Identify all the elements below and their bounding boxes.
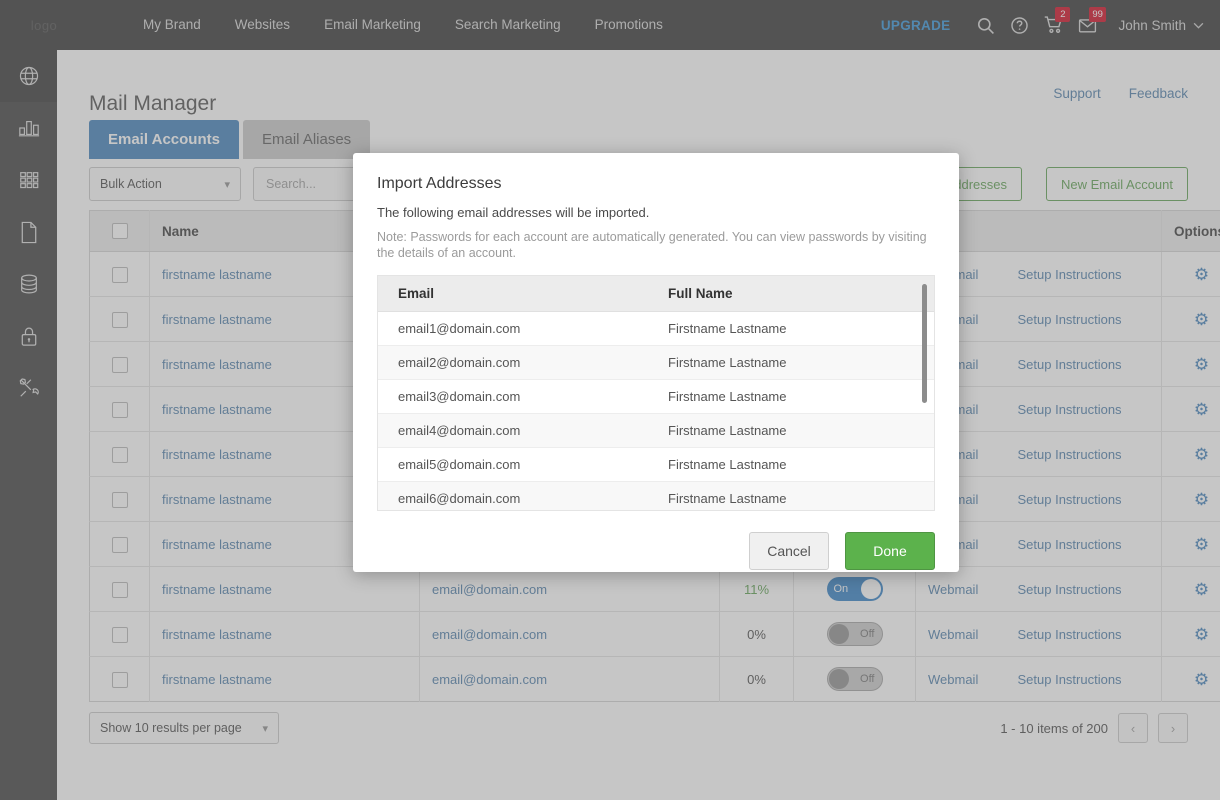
import-table-scrollbar[interactable]	[922, 284, 927, 403]
import-row: email5@domain.comFirstname Lastname	[378, 448, 934, 482]
import-column-email: Email	[378, 286, 668, 301]
import-email: email4@domain.com	[378, 423, 668, 438]
done-button[interactable]: Done	[845, 532, 935, 570]
dialog-actions: Cancel Done	[377, 532, 935, 570]
dialog-note: Note: Passwords for each account are aut…	[377, 229, 935, 261]
import-email: email2@domain.com	[378, 355, 668, 370]
import-fullname: Firstname Lastname	[668, 423, 787, 438]
import-table-header: Email Full Name	[378, 276, 934, 312]
import-email: email3@domain.com	[378, 389, 668, 404]
import-fullname: Firstname Lastname	[668, 457, 787, 472]
import-email: email6@domain.com	[378, 491, 668, 506]
import-row: email3@domain.comFirstname Lastname	[378, 380, 934, 414]
import-fullname: Firstname Lastname	[668, 491, 787, 506]
import-row: email6@domain.comFirstname Lastname	[378, 482, 934, 511]
import-row: email1@domain.comFirstname Lastname	[378, 312, 934, 346]
cancel-button[interactable]: Cancel	[749, 532, 829, 570]
import-table-body: email1@domain.comFirstname Lastnameemail…	[378, 312, 934, 511]
import-email: email5@domain.com	[378, 457, 668, 472]
dialog-subtitle: The following email addresses will be im…	[377, 205, 935, 220]
import-fullname: Firstname Lastname	[668, 321, 787, 336]
import-fullname: Firstname Lastname	[668, 389, 787, 404]
dialog-title: Import Addresses	[377, 175, 935, 193]
import-fullname: Firstname Lastname	[668, 355, 787, 370]
import-addresses-dialog: Import Addresses The following email add…	[353, 153, 959, 572]
import-column-fullname: Full Name	[668, 286, 733, 301]
import-email: email1@domain.com	[378, 321, 668, 336]
import-preview-table: Email Full Name email1@domain.comFirstna…	[377, 275, 935, 511]
import-row: email4@domain.comFirstname Lastname	[378, 414, 934, 448]
import-row: email2@domain.comFirstname Lastname	[378, 346, 934, 380]
